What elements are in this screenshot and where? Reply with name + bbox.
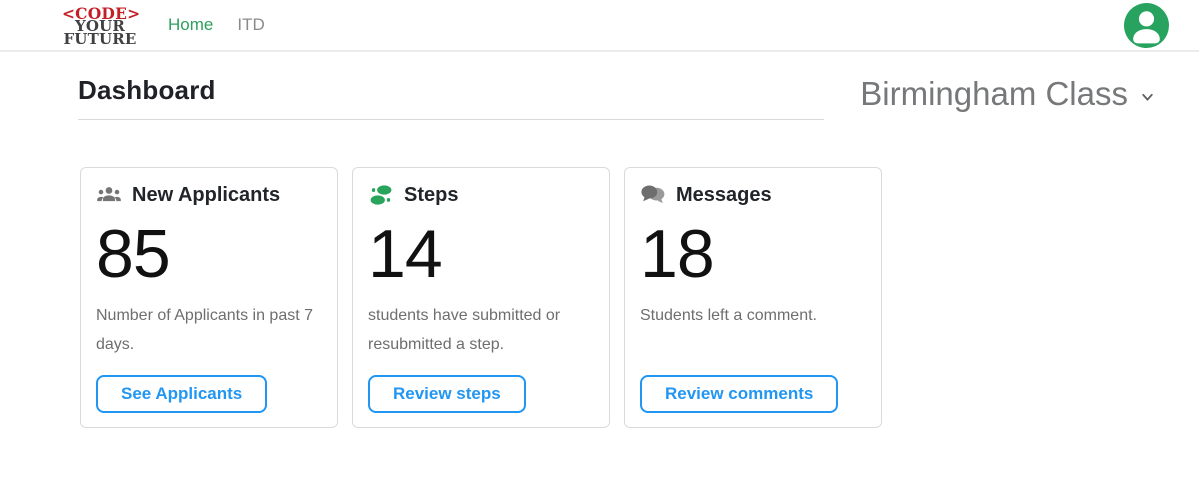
logo-line-future: FUTURE — [62, 33, 138, 46]
chevron-down-icon — [1140, 75, 1155, 113]
people-group-icon — [96, 182, 122, 208]
user-avatar-button[interactable] — [1124, 3, 1169, 48]
card-title: Steps — [404, 184, 458, 207]
card-description: Number of Applicants in past 7 days. — [96, 302, 322, 360]
card-messages: Messages 18 Students left a comment. Rev… — [624, 167, 882, 428]
nav-links: Home ITD — [168, 15, 265, 35]
user-avatar-icon — [1124, 36, 1169, 51]
card-steps: Steps 14 students have submitted or resu… — [352, 167, 610, 428]
class-selector-label: Birmingham Class — [860, 75, 1128, 113]
card-value: 14 — [368, 220, 594, 288]
card-title: Messages — [676, 184, 772, 207]
dashboard-cards: New Applicants 85 Number of Applicants i… — [0, 120, 1199, 428]
card-title: New Applicants — [132, 184, 280, 207]
title-block: Dashboard — [78, 75, 824, 120]
page-title: Dashboard — [78, 75, 824, 106]
class-selector-dropdown[interactable]: Birmingham Class — [860, 75, 1155, 113]
codeyourfuture-logo[interactable]: <CODE> YOUR FUTURE — [62, 7, 138, 46]
card-value: 85 — [96, 220, 322, 288]
review-steps-button[interactable]: Review steps — [368, 375, 526, 413]
review-comments-button[interactable]: Review comments — [640, 375, 838, 413]
see-applicants-button[interactable]: See Applicants — [96, 375, 267, 413]
title-divider — [78, 119, 824, 120]
card-header: New Applicants — [96, 182, 322, 208]
chat-bubbles-icon — [640, 182, 666, 208]
nav-link-itd[interactable]: ITD — [237, 15, 264, 35]
card-header: Messages — [640, 182, 866, 208]
nav-link-home[interactable]: Home — [168, 15, 213, 35]
card-description: students have submitted or resubmitted a… — [368, 302, 594, 360]
page-header: Dashboard Birmingham Class — [0, 52, 1199, 120]
card-new-applicants: New Applicants 85 Number of Applicants i… — [80, 167, 338, 428]
footsteps-icon — [368, 182, 394, 208]
card-description: Students left a comment. — [640, 302, 866, 331]
top-navbar: <CODE> YOUR FUTURE Home ITD — [0, 0, 1199, 52]
card-value: 18 — [640, 220, 866, 288]
card-header: Steps — [368, 182, 594, 208]
